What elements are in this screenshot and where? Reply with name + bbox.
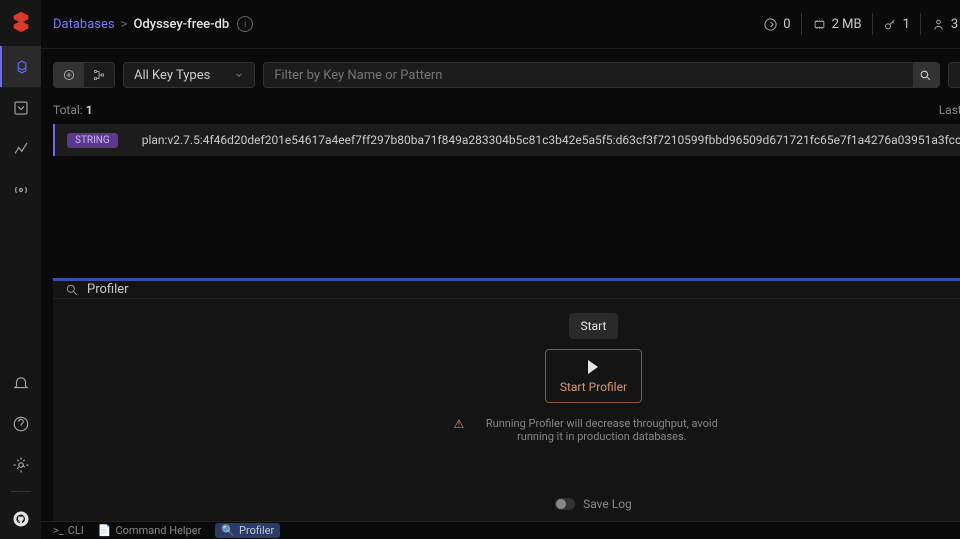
search-input[interactable] xyxy=(264,63,913,87)
profiler-body: Start Start Profiler ⚠ Running Profiler … xyxy=(53,299,960,521)
profiler-warning: ⚠ Running Profiler will decrease through… xyxy=(453,417,733,443)
profiler-header: Profiler — ✕ xyxy=(53,281,960,299)
redis-logo-icon xyxy=(10,10,32,32)
footer-cli[interactable]: >_ CLI xyxy=(53,524,84,537)
profiler-panel: Profiler — ✕ Start Start Profiler ⚠ Runn… xyxy=(53,281,960,521)
save-log-toggle[interactable] xyxy=(555,498,575,510)
view-mode-toggle xyxy=(53,62,115,88)
key-row[interactable]: STRING plan:v2.7.5:4f46d20def201e54617a4… xyxy=(53,124,960,156)
footer: >_ CLI 📄 Command Helper 🔍 Profiler Let u… xyxy=(41,521,960,539)
profiler-title: Profiler xyxy=(87,282,960,297)
breadcrumb-sep: > xyxy=(121,17,128,32)
stat-connections: 3 xyxy=(921,13,960,35)
tree-view-button[interactable] xyxy=(84,63,114,87)
start-profiler-button[interactable]: Start Profiler xyxy=(545,349,642,403)
start-tooltip: Start xyxy=(569,313,619,339)
last-refresh: Last refresh: 14 min xyxy=(939,103,960,117)
footer-helper[interactable]: 📄 Command Helper xyxy=(98,524,202,537)
nav-settings[interactable] xyxy=(0,444,41,485)
nav-github[interactable] xyxy=(0,498,41,539)
nav-browser[interactable] xyxy=(0,46,41,87)
info-icon[interactable]: i xyxy=(237,16,253,32)
profiler-icon xyxy=(65,283,79,297)
breadcrumb-current: Odyssey-free-db xyxy=(133,17,229,32)
nav-analysis[interactable] xyxy=(0,128,41,169)
nav-workbench[interactable] xyxy=(0,87,41,128)
key-name: plan:v2.7.5:4f46d20def201e54617a4eef7ff2… xyxy=(142,133,960,147)
save-log-row: Save Log xyxy=(555,497,632,511)
nav-notifications[interactable] xyxy=(0,362,41,403)
stat-commands: 0 xyxy=(753,13,801,35)
warning-icon: ⚠ xyxy=(453,417,464,431)
total-label: Total: 1 xyxy=(53,103,93,117)
main: Databases > Odyssey-free-db i 0 2 MB 1 3… xyxy=(41,0,960,539)
breadcrumb-databases[interactable]: Databases xyxy=(53,17,115,32)
list-view-button[interactable] xyxy=(54,63,84,87)
list-header: Total: 1 Last refresh: 14 min xyxy=(41,96,960,124)
key-type-selector[interactable]: All Key Types xyxy=(123,62,255,88)
toolbar: All Key Types Bulk Actions + Key xyxy=(53,58,960,92)
nav-help[interactable] xyxy=(0,403,41,444)
stat-keys: 1 xyxy=(873,13,921,35)
search-box xyxy=(263,62,940,88)
play-icon xyxy=(588,360,598,374)
footer-profiler[interactable]: 🔍 Profiler xyxy=(215,523,280,538)
bulk-actions-button[interactable]: Bulk Actions xyxy=(948,62,960,88)
stat-memory: 2 MB xyxy=(802,13,873,35)
start-profiler-label: Start Profiler xyxy=(560,380,627,394)
topbar: Databases > Odyssey-free-db i 0 2 MB 1 3… xyxy=(41,0,960,49)
search-button[interactable] xyxy=(913,63,939,87)
nav-pubsub[interactable] xyxy=(0,169,41,210)
save-log-label: Save Log xyxy=(583,497,632,511)
type-badge: STRING xyxy=(67,133,118,148)
sidebar xyxy=(0,0,41,539)
